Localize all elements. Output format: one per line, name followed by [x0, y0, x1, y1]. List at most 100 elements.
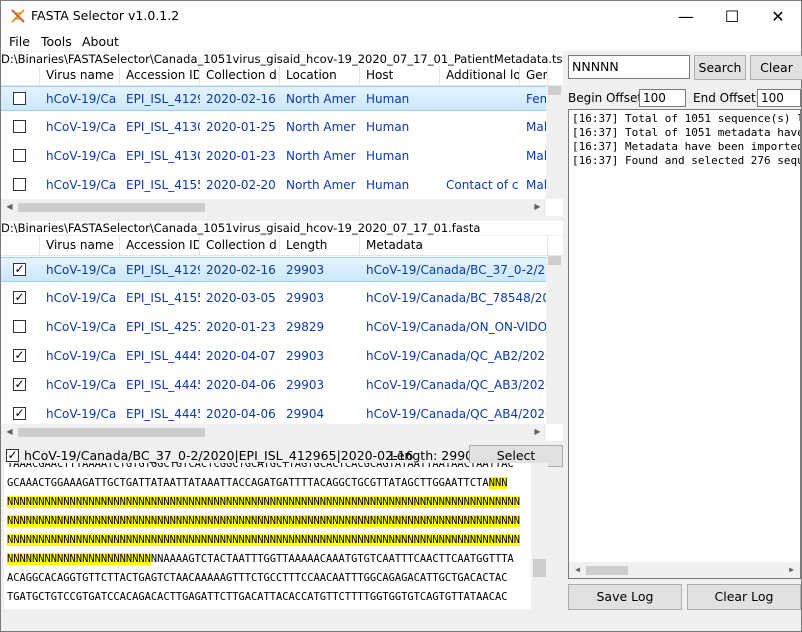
fasta-row[interactable]: ✓ hCoV-19/Ca EPI_ISL_4445 2020-04-07 29903 hC…: [1, 344, 548, 369]
save-log-button[interactable]: Save Log: [568, 584, 682, 610]
begin-offset-input[interactable]: 100: [639, 89, 686, 107]
metadata-row[interactable]: hCoV-19/Ca EPI_ISL_4129 2020-02-16 North Am…: [1, 86, 548, 111]
maximize-button[interactable]: ☐: [709, 1, 755, 32]
header-check-col[interactable]: [1, 66, 40, 86]
fasta-row-checkbox[interactable]: [13, 320, 26, 333]
fasta-hscroll-thumb[interactable]: [18, 428, 205, 437]
sequence-text: TGATGCTGTCCGTGATCCACAGACACTTGAGATTCTTGAC…: [7, 591, 508, 603]
sequence-line: NNNNNNNNNNNNNNNNNNNNNNNNNAAAAGTCTACTAATT…: [7, 551, 514, 567]
scroll-left-arrow-icon[interactable]: ◀: [569, 565, 586, 574]
log-hscrollbar[interactable]: ◀ ▶: [569, 562, 800, 578]
search-button[interactable]: Search: [694, 55, 746, 80]
metadata-cell: North Amer: [286, 178, 356, 192]
fasta-vscroll-thumb[interactable]: [548, 256, 561, 265]
metadata-cell: North Amer: [286, 120, 356, 134]
fasta-vscrollbar[interactable]: [546, 256, 563, 424]
fasta-row[interactable]: ✓ hCoV-19/Ca EPI_ISL_4445 2020-04-06 29903 hC…: [1, 373, 548, 398]
metadata-row[interactable]: hCoV-19/Ca EPI_ISL_4130 2020-01-25 North Am…: [1, 115, 548, 140]
fasta-row-checkbox[interactable]: ✓: [13, 378, 26, 391]
log-view[interactable]: [16:37] Total of 1051 sequence(s) loaded…: [568, 109, 801, 579]
header-collection-date[interactable]: Collection d: [200, 66, 280, 86]
fasta-hscrollbar[interactable]: ◀ ▶: [1, 424, 546, 441]
fasta-row[interactable]: hCoV-19/Ca EPI_ISL_4251 2020-01-23 29829 hCo…: [1, 315, 548, 340]
title-bar[interactable]: FASTA Selector v1.0.1.2 — ☐ ✕: [1, 1, 801, 32]
metadata-cell: Human: [366, 120, 410, 134]
fasta-cell: hCoV-19/Canada/ON_ON-VIDO-0: [366, 320, 548, 334]
sequence-vscrollbar[interactable]: [531, 463, 548, 609]
header-virus-name[interactable]: Virus name: [40, 66, 120, 86]
fasta-row-checkbox[interactable]: ✓: [13, 349, 26, 362]
header-length[interactable]: Length: [280, 236, 360, 256]
menu-tools[interactable]: Tools: [41, 34, 72, 49]
fasta-cell: EPI_ISL_4155: [126, 291, 200, 305]
log-hscroll-thumb[interactable]: [586, 566, 628, 575]
fasta-row-checkbox[interactable]: ✓: [13, 407, 26, 420]
metadata-row-checkbox[interactable]: [13, 120, 26, 133]
fasta-header: Virus name Accession ID Collection d Len…: [1, 236, 563, 256]
menu-about[interactable]: About: [82, 34, 119, 49]
fasta-cell: EPI_ISL_4445: [126, 378, 200, 392]
metadata-cell: Human: [366, 92, 410, 106]
metadata-row[interactable]: hCoV-19/Ca EPI_ISL_4155 2020-02-20 North Am…: [1, 173, 547, 198]
header-metadata[interactable]: Metadata: [360, 236, 548, 256]
metadata-cell: hCoV-19/Ca: [46, 120, 117, 134]
fasta-cell: 29903: [286, 291, 325, 305]
metadata-row-checkbox[interactable]: [13, 92, 26, 105]
close-button[interactable]: ✕: [755, 1, 801, 32]
metadata-cell: 2020-02-20: [206, 178, 276, 192]
scroll-right-arrow-icon[interactable]: ▶: [529, 427, 546, 436]
scroll-left-arrow-icon[interactable]: ◀: [1, 202, 18, 211]
header-location[interactable]: Location: [280, 66, 360, 86]
sequence-highlight: NNNNNNNNNNNNNNNNNNNNNNNNNNNNNNNNNNNNNNNN…: [7, 496, 520, 508]
fasta-row-checkbox[interactable]: ✓: [13, 263, 26, 276]
header-gender[interactable]: Gen: [520, 66, 548, 86]
metadata-list[interactable]: Virus name Accession ID Collection d Loc…: [1, 66, 563, 216]
minimize-button[interactable]: —: [663, 1, 709, 32]
header-collection-date[interactable]: Collection d: [200, 236, 280, 256]
fasta-row[interactable]: ✓ hCoV-19/Ca EPI_ISL_4155 2020-03-05 29903 hC…: [1, 286, 548, 311]
metadata-row[interactable]: hCoV-19/Ca EPI_ISL_4130 2020-01-23 North Am…: [1, 144, 547, 169]
clear-log-button[interactable]: Clear Log: [687, 584, 801, 610]
menu-file[interactable]: File: [9, 34, 30, 49]
header-virus-name[interactable]: Virus name: [40, 236, 120, 256]
metadata-cell: EPI_ISL_4155: [126, 178, 200, 192]
metadata-vscrollbar[interactable]: [546, 86, 563, 199]
fasta-cell: hCoV-19/Canada/QC_AB3/2020|EI: [366, 378, 548, 392]
scroll-right-arrow-icon[interactable]: ▶: [783, 565, 800, 574]
fasta-row-checkbox[interactable]: ✓: [13, 291, 26, 304]
fasta-cell: 2020-03-05: [206, 291, 276, 305]
sequence-vscroll-thumb[interactable]: [533, 559, 546, 577]
metadata-hscroll-thumb[interactable]: [18, 203, 205, 212]
scroll-right-arrow-icon[interactable]: ▶: [529, 202, 546, 211]
header-accession-id[interactable]: Accession ID: [120, 236, 200, 256]
metadata-vscroll-thumb[interactable]: [548, 86, 561, 95]
scroll-left-arrow-icon[interactable]: ◀: [1, 427, 18, 436]
fasta-cell: 29903: [286, 263, 325, 277]
sequence-text: ACAGGCACAGGTGTTCTTACTGAGTCTAACAAAAAGTTTC…: [7, 572, 508, 584]
metadata-cell: [446, 115, 520, 140]
sequence-view[interactable]: TAAACGAACTTTAAAATCTGTGTGGCTGTCACTCGGCTGC…: [4, 463, 548, 609]
metadata-cell: North Amer: [286, 149, 356, 163]
metadata-row-checkbox[interactable]: [13, 149, 26, 162]
dna-icon: [11, 9, 25, 23]
fasta-cell: 2020-02-16: [206, 263, 276, 277]
metadata-cell: Mal: [526, 120, 548, 134]
metadata-hscrollbar[interactable]: ◀ ▶: [1, 199, 546, 216]
fasta-row[interactable]: ✓ hCoV-19/Ca EPI_ISL_4129 2020-02-16 29903 hC…: [1, 257, 548, 282]
header-additional-location[interactable]: Additional lo: [440, 66, 520, 86]
fasta-list[interactable]: Virus name Accession ID Collection d Len…: [1, 236, 563, 441]
end-offset-input[interactable]: 100: [757, 89, 801, 107]
metadata-row-checkbox[interactable]: [13, 178, 26, 191]
sequence-line: GCAAACTGGAAAGATTGCTGATTATAATTATAAATTACCA…: [7, 475, 508, 491]
fasta-cell: hCoV-19/Ca: [46, 320, 117, 334]
sequence-text: NNAAAAGTCTACTAATTTGGTTAAAAACAAATGTGTCAAT…: [150, 553, 514, 565]
detail-checkbox[interactable]: ✓: [6, 449, 19, 462]
clear-search-button[interactable]: Clear: [750, 55, 802, 80]
search-input[interactable]: NNNNN: [568, 55, 690, 79]
header-host[interactable]: Host: [360, 66, 440, 86]
fasta-cell: hCoV-19/Ca: [46, 378, 117, 392]
header-check-col[interactable]: [1, 236, 40, 256]
sequence-highlight: NNNNNNNNNNNNNNNNNNNNNNNNNNNNNNNNNNNNNNNN…: [7, 515, 520, 527]
header-accession-id[interactable]: Accession ID: [120, 66, 200, 86]
metadata-cell: Human: [366, 149, 410, 163]
